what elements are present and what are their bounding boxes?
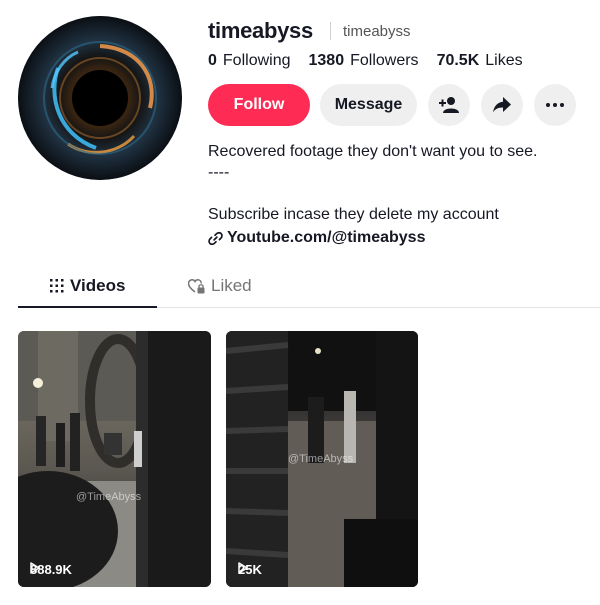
video-preview-image [18,331,211,587]
video-thumbnail[interactable]: @TimeAbyss 25K [226,331,418,587]
video-view-count: 25K [238,562,262,577]
profile-username: timeabyss [208,18,313,43]
profile-tabs: Videos Liked [18,270,600,308]
stat-following-count: 0 [208,52,217,69]
stat-likes: 70.5K Likes [437,52,523,70]
message-button[interactable]: Message [320,84,417,126]
profile-nickname: timeabyss [343,23,411,40]
profile-link[interactable]: Youtube.com/@timeabyss [208,229,425,247]
stat-likes-label: Likes [485,52,523,69]
play-icon [30,562,40,574]
grid-icon [50,279,64,293]
video-watermark: @TimeAbyss [76,491,142,503]
video-thumbnail[interactable]: @TimeAbyss 888.9K [18,331,211,587]
tab-liked-label: Liked [211,276,252,295]
tab-videos-label: Videos [70,276,126,295]
video-view-count: 888.9K [30,562,72,577]
follow-button[interactable]: Follow [208,84,310,126]
liked-lock-icon [188,278,205,293]
add-friend-icon [439,97,459,113]
active-tab-indicator [18,306,157,308]
black-hole-icon [18,16,182,180]
profile-avatar[interactable] [18,16,182,180]
share-icon [493,97,511,113]
bio-line: Recovered footage they don't want you to… [208,143,538,160]
bio-line [208,183,538,204]
bio-line: ---- [208,164,230,181]
tab-videos[interactable]: Videos [50,276,125,296]
more-icon [546,103,564,107]
profile-link-text: Youtube.com/@timeabyss [227,229,426,246]
stat-following[interactable]: 0 Following [208,52,291,70]
more-button[interactable] [534,84,576,126]
add-friend-button[interactable] [428,84,470,126]
video-watermark: @TimeAbyss [288,453,354,465]
link-icon [208,231,223,245]
name-divider [330,22,331,40]
stat-followers[interactable]: 1380 Followers [309,52,419,70]
share-button[interactable] [481,84,523,126]
stat-followers-count: 1380 [308,52,345,69]
stat-followers-label: Followers [350,52,419,69]
stat-likes-count: 70.5K [436,52,480,69]
play-icon [238,562,248,574]
profile-stats: 0 Following 1380 Followers 70.5K Likes [208,52,541,70]
bio-line: Subscribe incase they delete my account [208,206,499,223]
profile-bio: Recovered footage they don't want you to… [208,141,538,225]
tab-liked[interactable]: Liked [188,276,252,296]
stat-following-label: Following [222,52,291,69]
